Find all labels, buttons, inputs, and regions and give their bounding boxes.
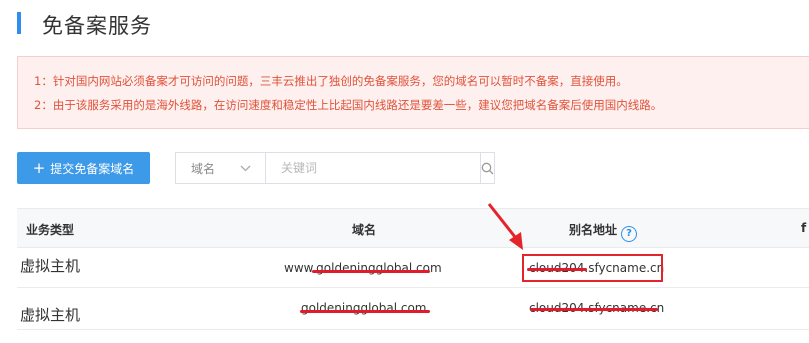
chevron-down-icon [240, 165, 251, 171]
annotation-highlight-box [522, 254, 663, 282]
help-icon[interactable]: ? [621, 226, 638, 242]
keyword-input[interactable] [266, 153, 480, 183]
cell-business-type: 虚拟主机 [20, 306, 81, 324]
table-header: 业务类型 域名 别名地址? f [17, 208, 809, 248]
notice-line-2: 2：由于该服务采用的是海外线路，在访问速度和稳定性上比起国内线路还是要差一些，建… [34, 98, 663, 112]
notice-box: 1：针对国内网站必须备案才可访问的问题，三丰云推出了独创的免备案服务，您的域名可… [17, 56, 809, 129]
add-domain-label: 提交免备案域名 [50, 161, 135, 176]
title-accent-bar [17, 12, 21, 34]
redaction-mark [530, 308, 658, 311]
annotation-arrow-icon [487, 203, 523, 250]
search-group: 域名 [175, 152, 495, 184]
search-field-value: 域名 [191, 161, 216, 176]
table-row: 虚拟主机 www.goldeningglobal.com cloud204.sf… [17, 248, 809, 288]
redaction-mark [312, 270, 430, 273]
header-domain: 域名 [352, 223, 377, 237]
search-button[interactable] [480, 153, 494, 183]
redaction-mark [300, 310, 430, 313]
cell-business-type: 虚拟主机 [20, 257, 81, 275]
search-icon [481, 162, 494, 174]
search-field-select[interactable]: 域名 [176, 153, 266, 183]
plus-icon: + [32, 158, 46, 177]
notice-line-1: 1：针对国内网站必须备案才可访问的问题，三丰云推出了独创的免备案服务，您的域名可… [34, 74, 628, 88]
header-alias: 别名地址? [569, 221, 638, 242]
header-business-type: 业务类型 [26, 223, 75, 237]
page-title: 免备案服务 [42, 14, 152, 38]
header-alias-label: 别名地址 [569, 223, 618, 237]
header-more: f [801, 221, 807, 235]
add-domain-button[interactable]: + 提交免备案域名 [17, 152, 150, 184]
